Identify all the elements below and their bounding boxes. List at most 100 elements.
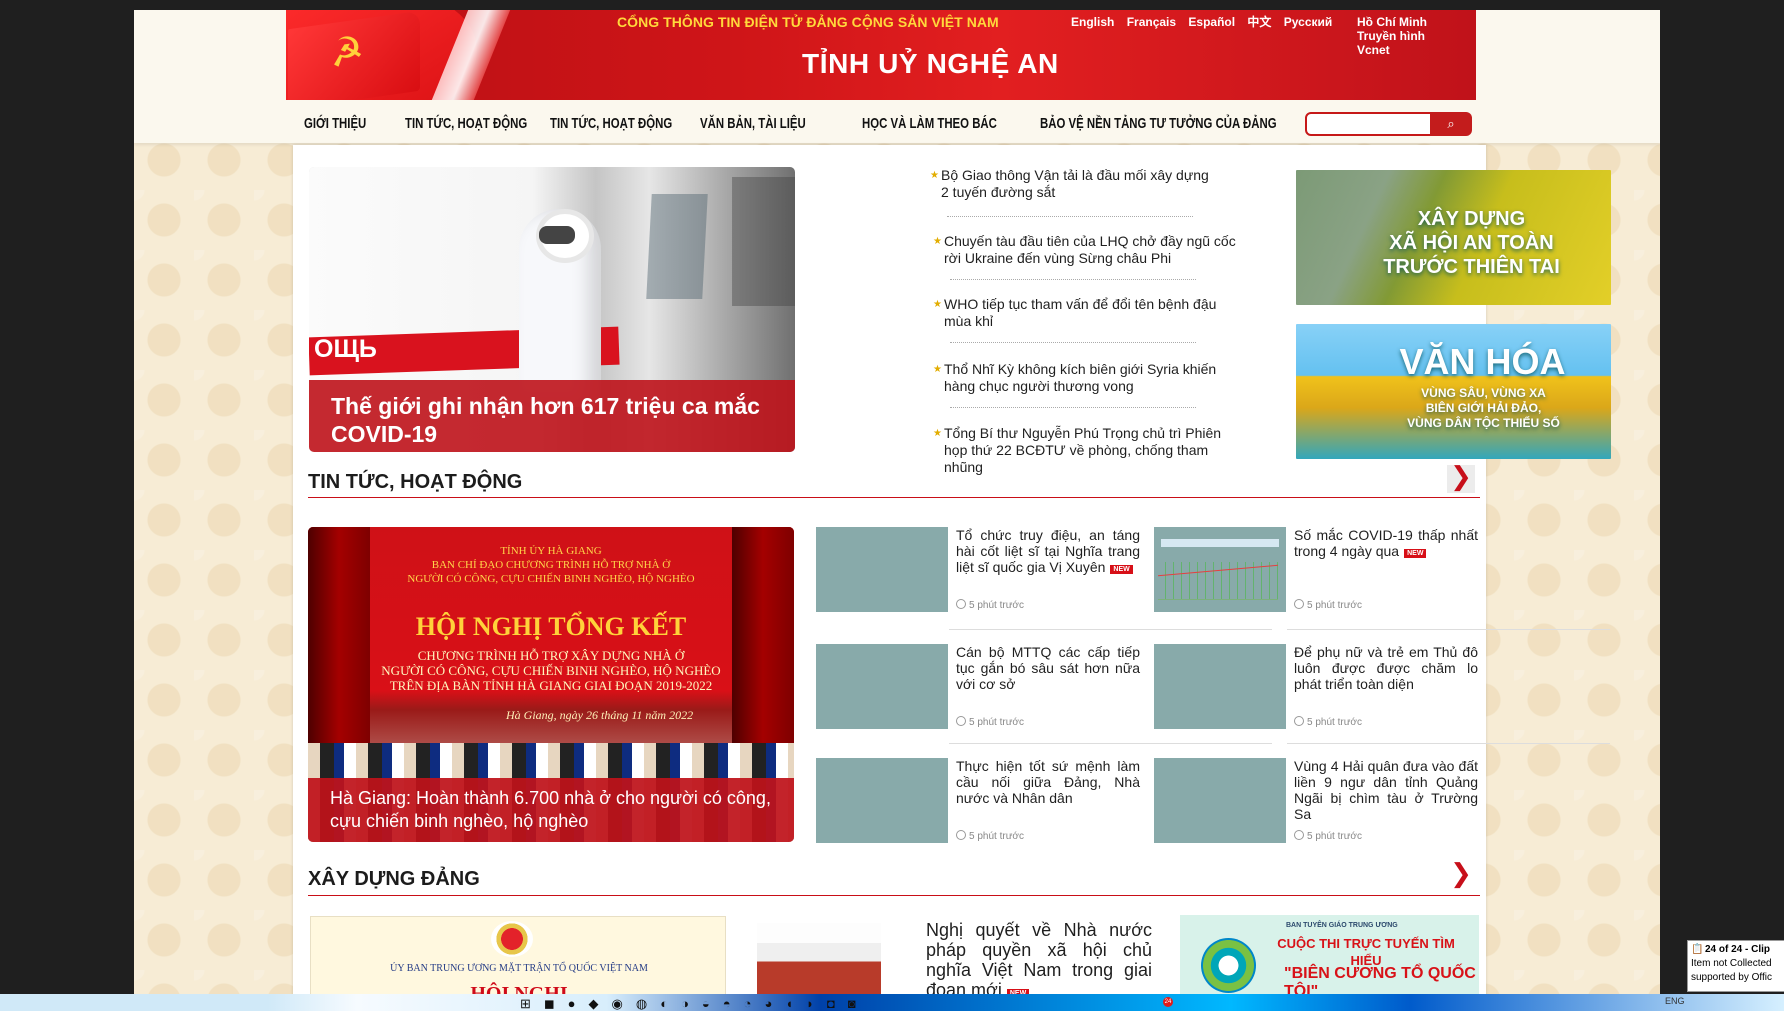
quick-links: Hồ Chí Minh Truyền hình Vcnet — [1357, 15, 1476, 57]
party-more-arrow-icon[interactable]: ❯ — [1447, 861, 1475, 890]
featured-news-caption[interactable]: Hà Giang: Hoàn thành 6.700 nhà ở cho ngư… — [308, 778, 794, 842]
news-card-title-text[interactable]: Số mắc COVID-19 thấp nhất trong 4 ngày q… — [1294, 527, 1478, 559]
clock-icon — [1294, 830, 1304, 840]
ad-disaster-safety[interactable]: XÂY DỰNG XÃ HỘI AN TOÀN TRƯỚC THIÊN TAI — [1296, 170, 1611, 305]
windows-taskbar — [0, 994, 1784, 1011]
news-card[interactable]: Số mắc COVID-19 thấp nhất trong 4 ngày q… — [1154, 527, 1478, 612]
news-card[interactable]: Tổ chức truy điệu, an táng hài cốt liệt … — [816, 527, 1140, 612]
stage-header: TỈNH ỦY HÀ GIANG BAN CHỈ ĐẠO CHƯƠNG TRÌN… — [386, 544, 716, 586]
clipboard-icon: 📋 — [1691, 944, 1704, 955]
clock-icon — [956, 830, 966, 840]
ad-line: XÃ HỘI AN TOÀN — [1389, 232, 1554, 254]
quick-link-television[interactable]: Truyền hình — [1357, 29, 1425, 43]
ad-headline: VĂN HÓA — [1399, 341, 1566, 382]
time-text: 5 phút trước — [969, 600, 1024, 611]
language-spanish[interactable]: Español — [1188, 15, 1235, 29]
ad-line: VÙNG DÂN TỘC THIỂU SỐ — [1407, 416, 1560, 430]
news-card-title[interactable]: Để phụ nữ và trẻ em Thủ đô luôn được đượ… — [1294, 644, 1478, 692]
ad-culture-remote-areas[interactable]: VĂN HÓA VÙNG SÂU, VÙNG XA BIÊN GIỚI HẢI … — [1296, 324, 1611, 459]
portal-title: CỔNG THÔNG TIN ĐIỆN TỬ ĐẢNG CỘNG SẢN VIỆ… — [617, 14, 999, 30]
ad-line: XÂY DỰNG — [1417, 208, 1526, 230]
news-list-title[interactable]: WHO tiếp tục tham vấn để đổi tên bệnh đậ… — [944, 296, 1216, 329]
language-french[interactable]: Français — [1127, 15, 1176, 29]
news-list-title[interactable]: Chuyến tàu đầu tiên của LHQ chở đầy ngũ … — [944, 233, 1236, 266]
nav-documents[interactable]: VĂN BẢN, TÀI LIỆU — [700, 115, 806, 132]
news-list-item[interactable]: ★ Chuyến tàu đầu tiên của LHQ chở đầy ngũ… — [933, 233, 1244, 280]
news-thumbnail[interactable] — [1154, 527, 1286, 612]
news-card[interactable]: Cán bộ MTTQ các cấp tiếp tục gắn bó sâu … — [816, 644, 1140, 729]
featured-news-story[interactable]: TỈNH ỦY HÀ GIANG BAN CHỈ ĐẠO CHƯƠNG TRÌN… — [308, 527, 794, 842]
news-card-title[interactable]: Số mắc COVID-19 thấp nhất trong 4 ngày q… — [1294, 527, 1478, 559]
news-list-item[interactable]: ★ Tổng Bí thư Nguyễn Phú Trọng chủ trì Ph… — [933, 425, 1244, 476]
language-russian[interactable]: Русский — [1284, 15, 1333, 29]
ad-line: TRƯỚC THIÊN TAI — [1383, 256, 1560, 278]
nav-protect-ideology[interactable]: BẢO VỆ NỀN TẢNG TƯ TƯỞNG CỦA ĐẢNG — [1040, 115, 1277, 132]
vehicle-window — [646, 194, 708, 299]
news-list-title[interactable]: Bộ Giao thông Vận tải là đầu mối xây dựn… — [941, 167, 1209, 200]
taskbar-app-icons[interactable]: ⊞◼●◆◉◍◐◑◒◓◔◕◖◗◘◙ — [520, 996, 869, 1011]
language-chinese[interactable]: 中文 — [1247, 15, 1271, 29]
site-header: ☭ CỔNG THÔNG TIN ĐIỆN TỬ ĐẢNG CỘNG SẢN V… — [134, 10, 1660, 143]
news-list-item[interactable]: ★ WHO tiếp tục tham vấn để đổi tên bệnh đ… — [933, 296, 1244, 343]
party-article-title[interactable]: Nghị quyết về Nhà nước pháp quyền xã hội… — [926, 920, 1152, 1000]
dotted-divider — [950, 407, 1196, 408]
news-card-title[interactable]: Tổ chức truy điệu, an táng hài cốt liệt … — [956, 527, 1140, 575]
chart-title-band — [1161, 539, 1279, 547]
top-feature-title[interactable]: Thế giới ghi nhận hơn 617 triệu ca mắc C… — [309, 380, 795, 452]
nav-news-activities-2[interactable]: TIN TỨC, HOẠT ĐỘNG — [550, 115, 672, 132]
top-feature-story[interactable]: ОЩЬ Thế giới ghi nhận hơn 617 triệu ca m… — [309, 167, 795, 452]
news-list-title[interactable]: Tổng Bí thư Nguyễn Phú Trọng chủ trì Phi… — [944, 425, 1221, 475]
section-title-news[interactable]: TIN TỨC, HOẠT ĐỘNG — [308, 471, 522, 494]
stage-program-line: NGƯỜI CÓ CÔNG, CỰU CHIẾN BINH NGHÈO, HỘ … — [381, 663, 721, 678]
stage-program-line: CHƯƠNG TRÌNH HỖ TRỢ XÂY DỰNG NHÀ Ở — [417, 648, 685, 663]
news-list-item[interactable]: ★ Thổ Nhĩ Kỳ không kích biên giới Syria k… — [933, 361, 1244, 408]
news-card-title[interactable]: Thực hiện tốt sứ mệnh làm cầu nối giữa Đ… — [956, 758, 1140, 806]
news-thumbnail[interactable] — [1154, 758, 1286, 843]
language-english[interactable]: English — [1071, 15, 1114, 29]
news-thumbnail[interactable] — [816, 644, 948, 729]
stage-program-line: TRÊN ĐỊA BÀN TỈNH HÀ GIANG GIAI ĐOẠN 201… — [389, 678, 713, 693]
contest-title: CUỘC THI TRỰC TUYẾN TÌM HIỂU — [1277, 936, 1455, 968]
nav-introduction[interactable]: GIỚI THIỆU — [304, 115, 366, 132]
news-card-time: 5 phút trước — [956, 716, 1024, 728]
news-thumbnail[interactable] — [1154, 644, 1286, 729]
header-banner: ☭ CỔNG THÔNG TIN ĐIỆN TỬ ĐẢNG CỘNG SẢN V… — [286, 10, 1476, 100]
news-list-item[interactable]: ★ Bộ Giao thông Vận tải là đầu mối xây dự… — [930, 167, 1211, 217]
section-divider — [308, 497, 1480, 498]
section-title-party-building[interactable]: XÂY DỰNG ĐẢNG — [308, 868, 480, 891]
province-title: TỈNH UỶ NGHỆ AN — [802, 48, 1059, 79]
news-card[interactable]: Thực hiện tốt sứ mệnh làm cầu nối giữa Đ… — [816, 758, 1140, 843]
quick-link-ho-chi-minh[interactable]: Hồ Chí Minh — [1357, 15, 1427, 29]
news-list-title[interactable]: Thổ Nhĩ Kỳ không kích biên giới Syria kh… — [944, 361, 1216, 394]
stage-date: Hà Giang, ngày 26 tháng 11 năm 2022 — [506, 708, 694, 722]
search-button[interactable]: ⌕ — [1430, 112, 1472, 136]
time-text: 5 phút trước — [969, 717, 1024, 728]
dotted-divider — [950, 342, 1196, 343]
nav-learn-follow-uncle[interactable]: HỌC VÀ LÀM THEO BÁC — [862, 115, 997, 132]
news-more-arrow-icon[interactable]: ❯ — [1447, 464, 1475, 493]
stage-header-line: TỈNH ỦY HÀ GIANG — [500, 545, 602, 557]
news-card[interactable]: Để phụ nữ và trẻ em Thủ đô luôn được đượ… — [1154, 644, 1478, 729]
clock-icon — [956, 716, 966, 726]
input-language[interactable]: ENG — [1665, 996, 1685, 1006]
stage-headline: HỘI NGHỊ TỔNG KẾT — [415, 612, 687, 641]
party-article-title-text[interactable]: Nghị quyết về Nhà nước pháp quyền xã hội… — [926, 920, 1152, 1000]
news-card-title[interactable]: Vùng 4 Hải quân đưa vào đất liền 9 ngư d… — [1294, 758, 1478, 822]
clipboard-message-2: supported by Offic — [1691, 972, 1772, 983]
news-card[interactable]: Vùng 4 Hải quân đưa vào đất liền 9 ngư d… — [1154, 758, 1478, 843]
covid-chart-thumbnail — [1158, 562, 1278, 600]
card-divider — [949, 629, 1272, 630]
news-thumbnail[interactable] — [816, 758, 948, 843]
quick-link-vcnet[interactable]: Vcnet — [1357, 43, 1390, 57]
stage-header-line: NGƯỜI CÓ CÔNG, CỰU CHIẾN BINH NGHÈO, HỘ … — [407, 573, 695, 585]
news-card-time: 5 phút trước — [1294, 716, 1362, 728]
news-thumbnail[interactable] — [816, 527, 948, 612]
news-card-title[interactable]: Cán bộ MTTQ các cấp tiếp tục gắn bó sâu … — [956, 644, 1140, 692]
nav-news-activities[interactable]: TIN TỨC, HOẠT ĐỘNG — [405, 115, 527, 132]
search-input[interactable] — [1305, 112, 1443, 136]
star-icon: ★ — [933, 428, 942, 439]
news-card-time: 5 phút trước — [956, 599, 1024, 611]
vehicle-door — [732, 177, 795, 306]
star-icon: ★ — [933, 236, 942, 247]
ad-line: VÙNG SÂU, VÙNG XA — [1421, 386, 1546, 400]
